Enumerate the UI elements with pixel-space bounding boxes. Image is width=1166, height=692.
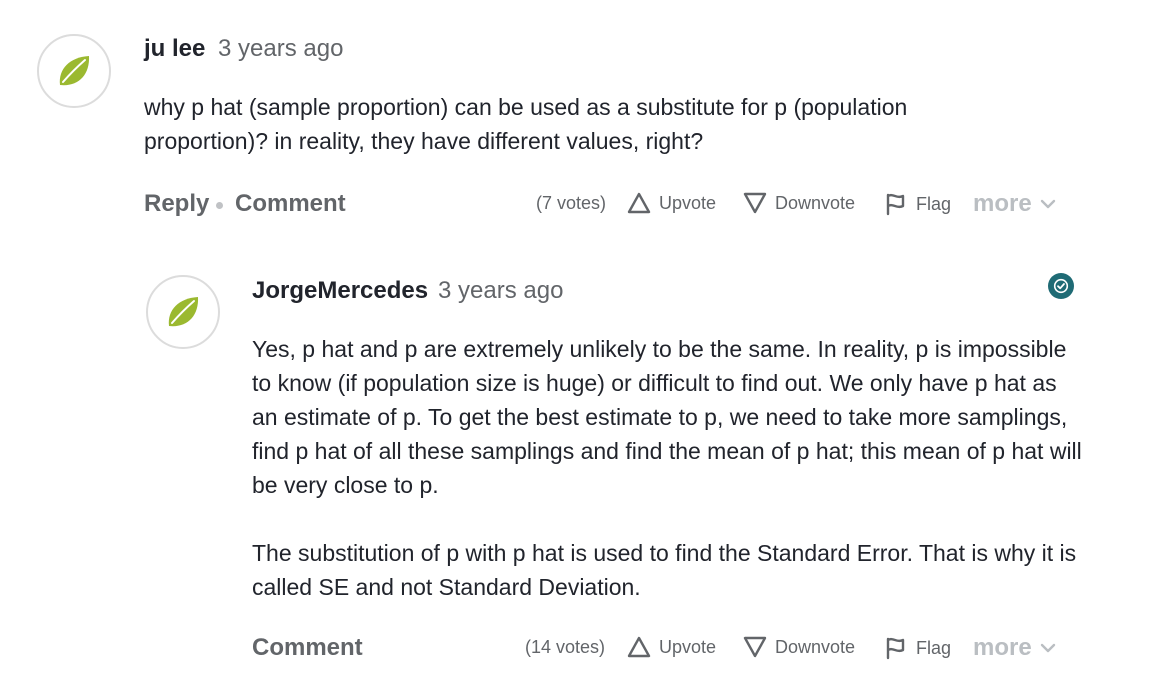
author-name[interactable]: JorgeMercedes bbox=[252, 277, 428, 305]
comment-button[interactable]: Comment bbox=[235, 190, 346, 218]
answer-paragraph: The substitution of p with p hat is used… bbox=[252, 540, 1077, 600]
timestamp: 3 years ago bbox=[218, 35, 344, 62]
downvote-icon bbox=[743, 192, 767, 214]
timestamp: 3 years ago bbox=[438, 277, 564, 304]
vote-count: (7 votes) bbox=[536, 193, 607, 213]
upvote-label: Upvote bbox=[659, 636, 717, 657]
downvote-icon bbox=[743, 636, 767, 658]
leaf-icon bbox=[168, 297, 199, 327]
flag-label: Flag bbox=[916, 637, 952, 658]
answer-text: Yes, p hat and p are extremely unlikely … bbox=[252, 332, 1087, 604]
chevron-down-icon bbox=[1040, 199, 1055, 209]
upvote-button[interactable]: Upvote bbox=[627, 636, 716, 658]
comment-button[interactable]: Comment bbox=[252, 634, 363, 662]
more-label: more bbox=[973, 190, 1032, 217]
downvote-button[interactable]: Downvote bbox=[743, 636, 855, 658]
chevron-down-icon bbox=[1040, 643, 1055, 653]
more-menu-button[interactable]: more bbox=[973, 634, 1056, 662]
flag-icon bbox=[886, 637, 905, 660]
upvote-label: Upvote bbox=[659, 192, 717, 213]
flag-button[interactable]: Flag bbox=[884, 192, 951, 216]
more-label: more bbox=[973, 634, 1032, 661]
upvote-button[interactable]: Upvote bbox=[627, 192, 716, 214]
more-menu-button[interactable]: more bbox=[973, 190, 1056, 218]
avatar[interactable] bbox=[37, 34, 111, 108]
avatar[interactable] bbox=[146, 275, 220, 349]
leaf-icon bbox=[59, 56, 90, 86]
downvote-button[interactable]: Downvote bbox=[743, 192, 855, 214]
upvote-icon bbox=[627, 636, 651, 658]
separator-dot bbox=[216, 202, 223, 209]
verified-badge-icon bbox=[1048, 273, 1074, 299]
vote-count: (14 votes) bbox=[525, 637, 606, 657]
upvote-icon bbox=[627, 192, 651, 214]
answer-paragraph: Yes, p hat and p are extremely unlikely … bbox=[252, 336, 1082, 498]
downvote-label: Downvote bbox=[775, 192, 856, 213]
flag-button[interactable]: Flag bbox=[884, 636, 951, 660]
reply-button[interactable]: Reply bbox=[144, 190, 209, 218]
question-text: why p hat (sample proportion) can be use… bbox=[144, 94, 908, 154]
flag-label: Flag bbox=[916, 193, 952, 214]
flag-icon bbox=[886, 193, 905, 216]
author-name[interactable]: ju lee bbox=[144, 35, 205, 63]
downvote-label: Downvote bbox=[775, 636, 856, 657]
